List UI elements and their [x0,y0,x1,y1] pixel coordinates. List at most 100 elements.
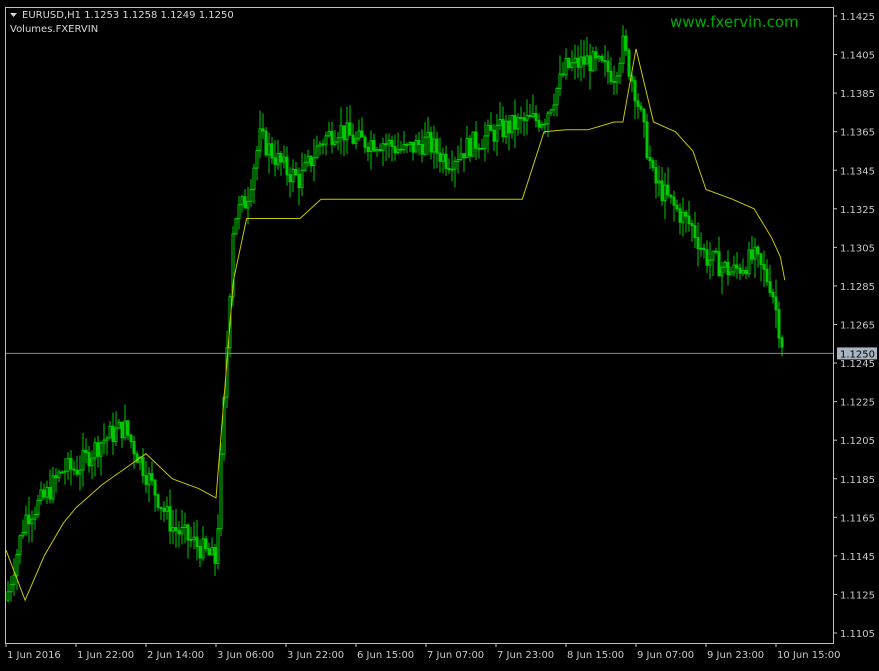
candle-body [270,143,274,159]
price-chart[interactable]: 1.1425 1.1405 1.1385 1.1365 1.1345 1.1325 1.13… [0,0,879,671]
candle-body [534,113,538,121]
candle-body [744,269,748,275]
y-tick-label: 1.1345 [840,166,875,177]
candle-body [264,130,268,156]
candle-body [93,442,97,459]
candle-body [195,536,199,547]
candle-body [459,153,463,160]
y-tick-label: 1.1105 [840,629,875,640]
candle-body [105,437,109,441]
candle-body [570,62,574,68]
candle-body [210,547,214,556]
candle-body [588,55,592,72]
candle-body [75,469,79,475]
candle-body [519,117,523,120]
candle-body [609,70,613,83]
y-tick-label: 1.1145 [840,552,875,563]
candle-body [714,250,718,253]
candle-body [66,458,70,472]
x-tick-label: 9 Jun 07:00 [637,650,694,661]
candle-body [48,486,52,500]
candle-body [312,157,316,167]
candle-body [450,168,454,171]
candle-body [717,251,721,277]
candle-body [129,434,133,443]
y-tick-label: 1.1205 [840,436,875,447]
candle-body [213,547,217,564]
candle-body [279,153,283,163]
candle-body [387,139,391,145]
candle-body [165,506,169,512]
candle-body [447,167,451,170]
candle-body [336,137,340,143]
candle-body [585,55,589,65]
candle-body [12,574,16,585]
candle-body [372,140,376,152]
candle-body [258,128,262,152]
candle-body [498,118,502,126]
candle-body [276,153,280,165]
candle-body [687,215,691,225]
candle-body [237,204,241,220]
candle-body [99,442,103,457]
candle-body [60,471,64,474]
candle-body [540,124,544,128]
candle-body [156,494,160,508]
candle-body [525,114,529,121]
y-tick-label: 1.1425 [840,12,875,23]
candle-body [6,591,10,601]
candle-body [729,271,733,276]
candle-body [507,120,511,134]
candle-body [303,161,307,171]
candle-body [321,143,325,146]
y-tick-label: 1.1165 [840,513,875,524]
x-tick-label: 7 Jun 23:00 [497,650,554,661]
candle-body [345,122,349,141]
candle-body [720,266,724,277]
candle-body [306,155,310,163]
candle-body [639,105,643,110]
candle-body [765,268,769,283]
candle-body [636,100,640,107]
candle-body [516,117,520,130]
candle-body [780,337,784,348]
candle-body [504,120,508,138]
candle-body [576,57,580,68]
candle-body [759,253,763,265]
x-tick-label: 9 Jun 23:00 [707,650,764,661]
candle-body [285,156,289,176]
candle-body [291,168,295,183]
candle-body [360,130,364,138]
y-tick-label: 1.1125 [840,590,875,601]
candle-body [663,184,667,201]
candle-body [708,259,712,266]
candle-body [357,130,361,139]
y-tick-label: 1.1405 [840,51,875,62]
watermark: www.fxervin.com [670,13,799,31]
x-tick-label: 3 Jun 22:00 [287,650,344,661]
candle-body [57,471,61,479]
candle-body [771,291,775,298]
candle-body [384,143,388,146]
candle-body [468,138,472,157]
candle-body [594,51,598,59]
candle-body [87,451,91,467]
candle-body [453,160,457,170]
candle-body [243,196,247,209]
candle-body [42,489,46,498]
y-tick-label: 1.1365 [840,128,875,139]
candle-body [33,513,37,520]
candle-body [486,124,490,137]
candle-body [168,506,172,532]
candle-body [180,526,184,535]
candle-body [438,152,442,162]
candle-body [465,138,469,159]
x-tick-label: 2 Jun 14:00 [147,650,204,661]
candle-body [219,453,223,530]
candle-body [777,309,781,339]
candle-body [483,135,487,149]
candle-body [603,60,607,63]
candle-body [339,125,343,139]
candle-body [108,425,112,439]
candle-body [378,149,382,152]
